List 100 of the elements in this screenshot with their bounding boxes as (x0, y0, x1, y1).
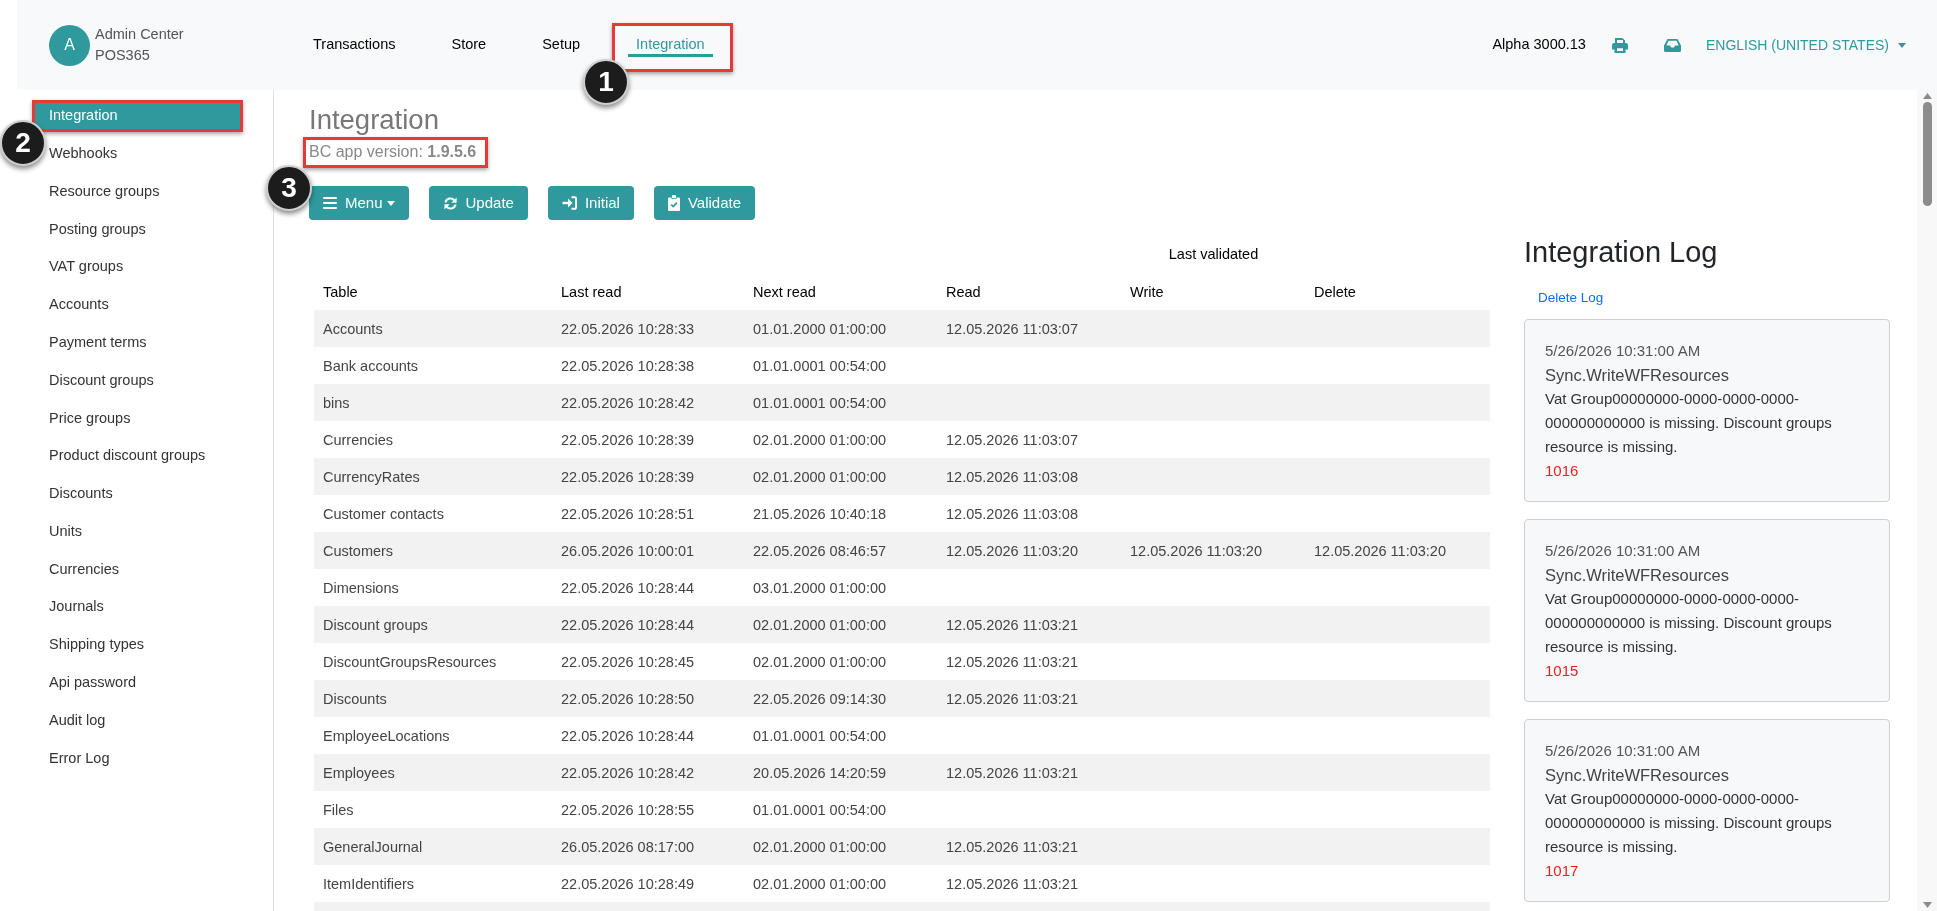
table-cell: 12.05.2026 11:03:21 (946, 616, 1078, 633)
nav-tab[interactable]: Store (443, 33, 495, 57)
column-header: Table (323, 283, 358, 300)
log-code: 1017 (1545, 861, 1579, 881)
log-code: 1016 (1545, 461, 1579, 481)
table-cell: Currencies (323, 431, 394, 448)
app-version-text: BC app version: 1.9.5.6 (309, 143, 477, 161)
table-cell: Discounts (323, 690, 387, 707)
table-cell: 22.05.2026 10:28:42 (561, 394, 695, 411)
table-cell: 22.05.2026 10:28:49 (561, 875, 695, 892)
nav-tab[interactable]: Setup (534, 33, 589, 57)
sidebar-item[interactable]: Price groups (49, 404, 131, 433)
caret-icon (1898, 42, 1906, 48)
table-cell: 12.05.2026 11:03:08 (946, 505, 1078, 522)
menu-icon (323, 197, 337, 209)
sidebar-item[interactable]: Shipping types (49, 631, 145, 660)
table-cell: Discount groups (323, 616, 428, 633)
table-cell: 12.05.2026 11:03:07 (946, 320, 1078, 337)
table-cell: CurrencyRates (323, 468, 420, 485)
column-header: Write (1130, 283, 1164, 300)
table-cell: 02.01.2000 01:00:00 (753, 838, 887, 855)
sidebar-item[interactable]: Resource groups (49, 177, 160, 206)
scroll-up-icon[interactable] (1922, 93, 1932, 99)
log-source: Sync.WriteWFResources (1545, 365, 1729, 386)
column-header: Read (946, 283, 981, 300)
sign-in-icon (561, 196, 577, 210)
sidebar-item[interactable]: Product discount groups (49, 442, 206, 471)
nav-tab[interactable]: Transactions (305, 33, 404, 57)
sidebar-item[interactable]: Audit log (49, 706, 106, 735)
table-cell: 22.05.2026 10:28:50 (561, 690, 695, 707)
table-cell: 22.05.2026 10:28:33 (561, 320, 695, 337)
log-timestamp: 5/26/2026 10:31:00 AM (1545, 541, 1701, 561)
callout-badge: 1 (583, 59, 629, 105)
column-header: Last read (561, 283, 622, 300)
table-cell: 20.05.2026 14:20:59 (753, 764, 887, 781)
sidebar-item[interactable]: Error Log (49, 744, 110, 773)
table-cell: 01.01.0001 00:54:00 (753, 727, 887, 744)
sidebar-item[interactable]: Units (49, 517, 83, 546)
sidebar-item[interactable]: Discounts (49, 479, 113, 508)
table-cell: Dimensions (323, 579, 399, 596)
version-label: Alpha 3000.13 (1492, 35, 1586, 55)
sync-icon (442, 195, 458, 211)
printer-icon[interactable] (1611, 37, 1628, 53)
table-cell: Customers (323, 542, 394, 559)
table-cell: 26.05.2026 08:17:00 (561, 838, 695, 855)
sidebar-item[interactable]: Webhooks (49, 139, 118, 168)
table-cell: Accounts (323, 320, 383, 337)
delete-log-link[interactable]: Delete Log (1538, 288, 1604, 308)
log-source: Sync.WriteWFResources (1545, 765, 1729, 786)
tenant-name: POS365 (95, 46, 150, 65)
table-cell: 12.05.2026 11:03:07 (946, 431, 1078, 448)
table-cell: bins (323, 394, 350, 411)
log-message: Vat Group00000000-0000-0000-0000-000000000000 is missing. Discount groups resource is missing. (1545, 789, 1833, 857)
sidebar-item[interactable]: Journals (49, 593, 104, 622)
table-cell: 02.01.2000 01:00:00 (753, 431, 887, 448)
table-cell: 22.05.2026 10:28:42 (561, 764, 695, 781)
table-cell: 02.01.2000 01:00:00 (753, 653, 887, 670)
table-cell: 12.05.2026 11:03:20 (1314, 542, 1446, 559)
table-cell: 02.01.2000 01:00:00 (753, 468, 887, 485)
table-cell: GeneralJournal (323, 838, 423, 855)
table-cell: 12.05.2026 11:03:21 (946, 653, 1078, 670)
table-cell: 03.01.2000 01:00:00 (753, 579, 887, 596)
table-cell: 01.01.2000 01:00:00 (753, 320, 887, 337)
table-cell: 26.05.2026 10:00:01 (561, 542, 695, 559)
sidebar-item[interactable]: Payment terms (49, 328, 147, 357)
table-cell: 22.05.2026 10:28:39 (561, 468, 695, 485)
sidebar-item[interactable]: VAT groups (49, 253, 124, 282)
table-cell: 12.05.2026 11:03:20 (946, 542, 1078, 559)
table-cell: 01.01.0001 00:54:00 (753, 801, 887, 818)
inbox-tray-icon[interactable] (1663, 38, 1681, 52)
table-cell: 12.05.2026 11:03:21 (946, 690, 1078, 707)
clipboard-check-icon (667, 195, 680, 211)
sidebar-item[interactable]: Currencies (49, 555, 120, 584)
table-cell: Bank accounts (323, 357, 419, 374)
table-cell: Files (323, 801, 354, 818)
avatar: A (49, 24, 90, 66)
table-cell: 22.05.2026 10:28:44 (561, 579, 695, 596)
table-cell: 12.05.2026 11:03:21 (946, 764, 1078, 781)
table-cell: 22.05.2026 10:28:55 (561, 801, 695, 818)
scroll-down-icon[interactable] (1922, 902, 1932, 908)
column-group-header: Last validated (1168, 245, 1259, 265)
table-cell: 12.05.2026 11:03:20 (1130, 542, 1262, 559)
table-cell: Customer contacts (323, 505, 444, 522)
sidebar-item[interactable]: Accounts (49, 291, 109, 319)
log-title: Integration Log (1524, 235, 1718, 269)
sidebar-item[interactable]: Api password (49, 668, 137, 697)
log-timestamp: 5/26/2026 10:31:00 AM (1545, 341, 1701, 361)
table-cell: 22.05.2026 10:28:38 (561, 357, 695, 374)
table-cell: 22.05.2026 09:14:30 (753, 690, 887, 707)
table-cell: 01.01.0001 00:54:00 (753, 394, 887, 411)
sidebar-item[interactable]: Posting groups (49, 215, 146, 244)
log-message: Vat Group00000000-0000-0000-0000-000000000000 is missing. Discount groups resource is missing. (1545, 389, 1833, 457)
scrollbar[interactable] (1917, 90, 1937, 911)
scrollbar-thumb[interactable] (1922, 102, 1932, 206)
table-cell: 02.01.2000 01:00:00 (753, 875, 887, 892)
table-cell: 12.05.2026 11:03:21 (946, 875, 1078, 892)
log-source: Sync.WriteWFResources (1545, 565, 1729, 586)
table-cell: 22.05.2026 10:28:44 (561, 727, 695, 744)
sidebar-item[interactable]: Discount groups (49, 366, 154, 395)
table-cell: 12.05.2026 11:03:21 (946, 838, 1078, 855)
